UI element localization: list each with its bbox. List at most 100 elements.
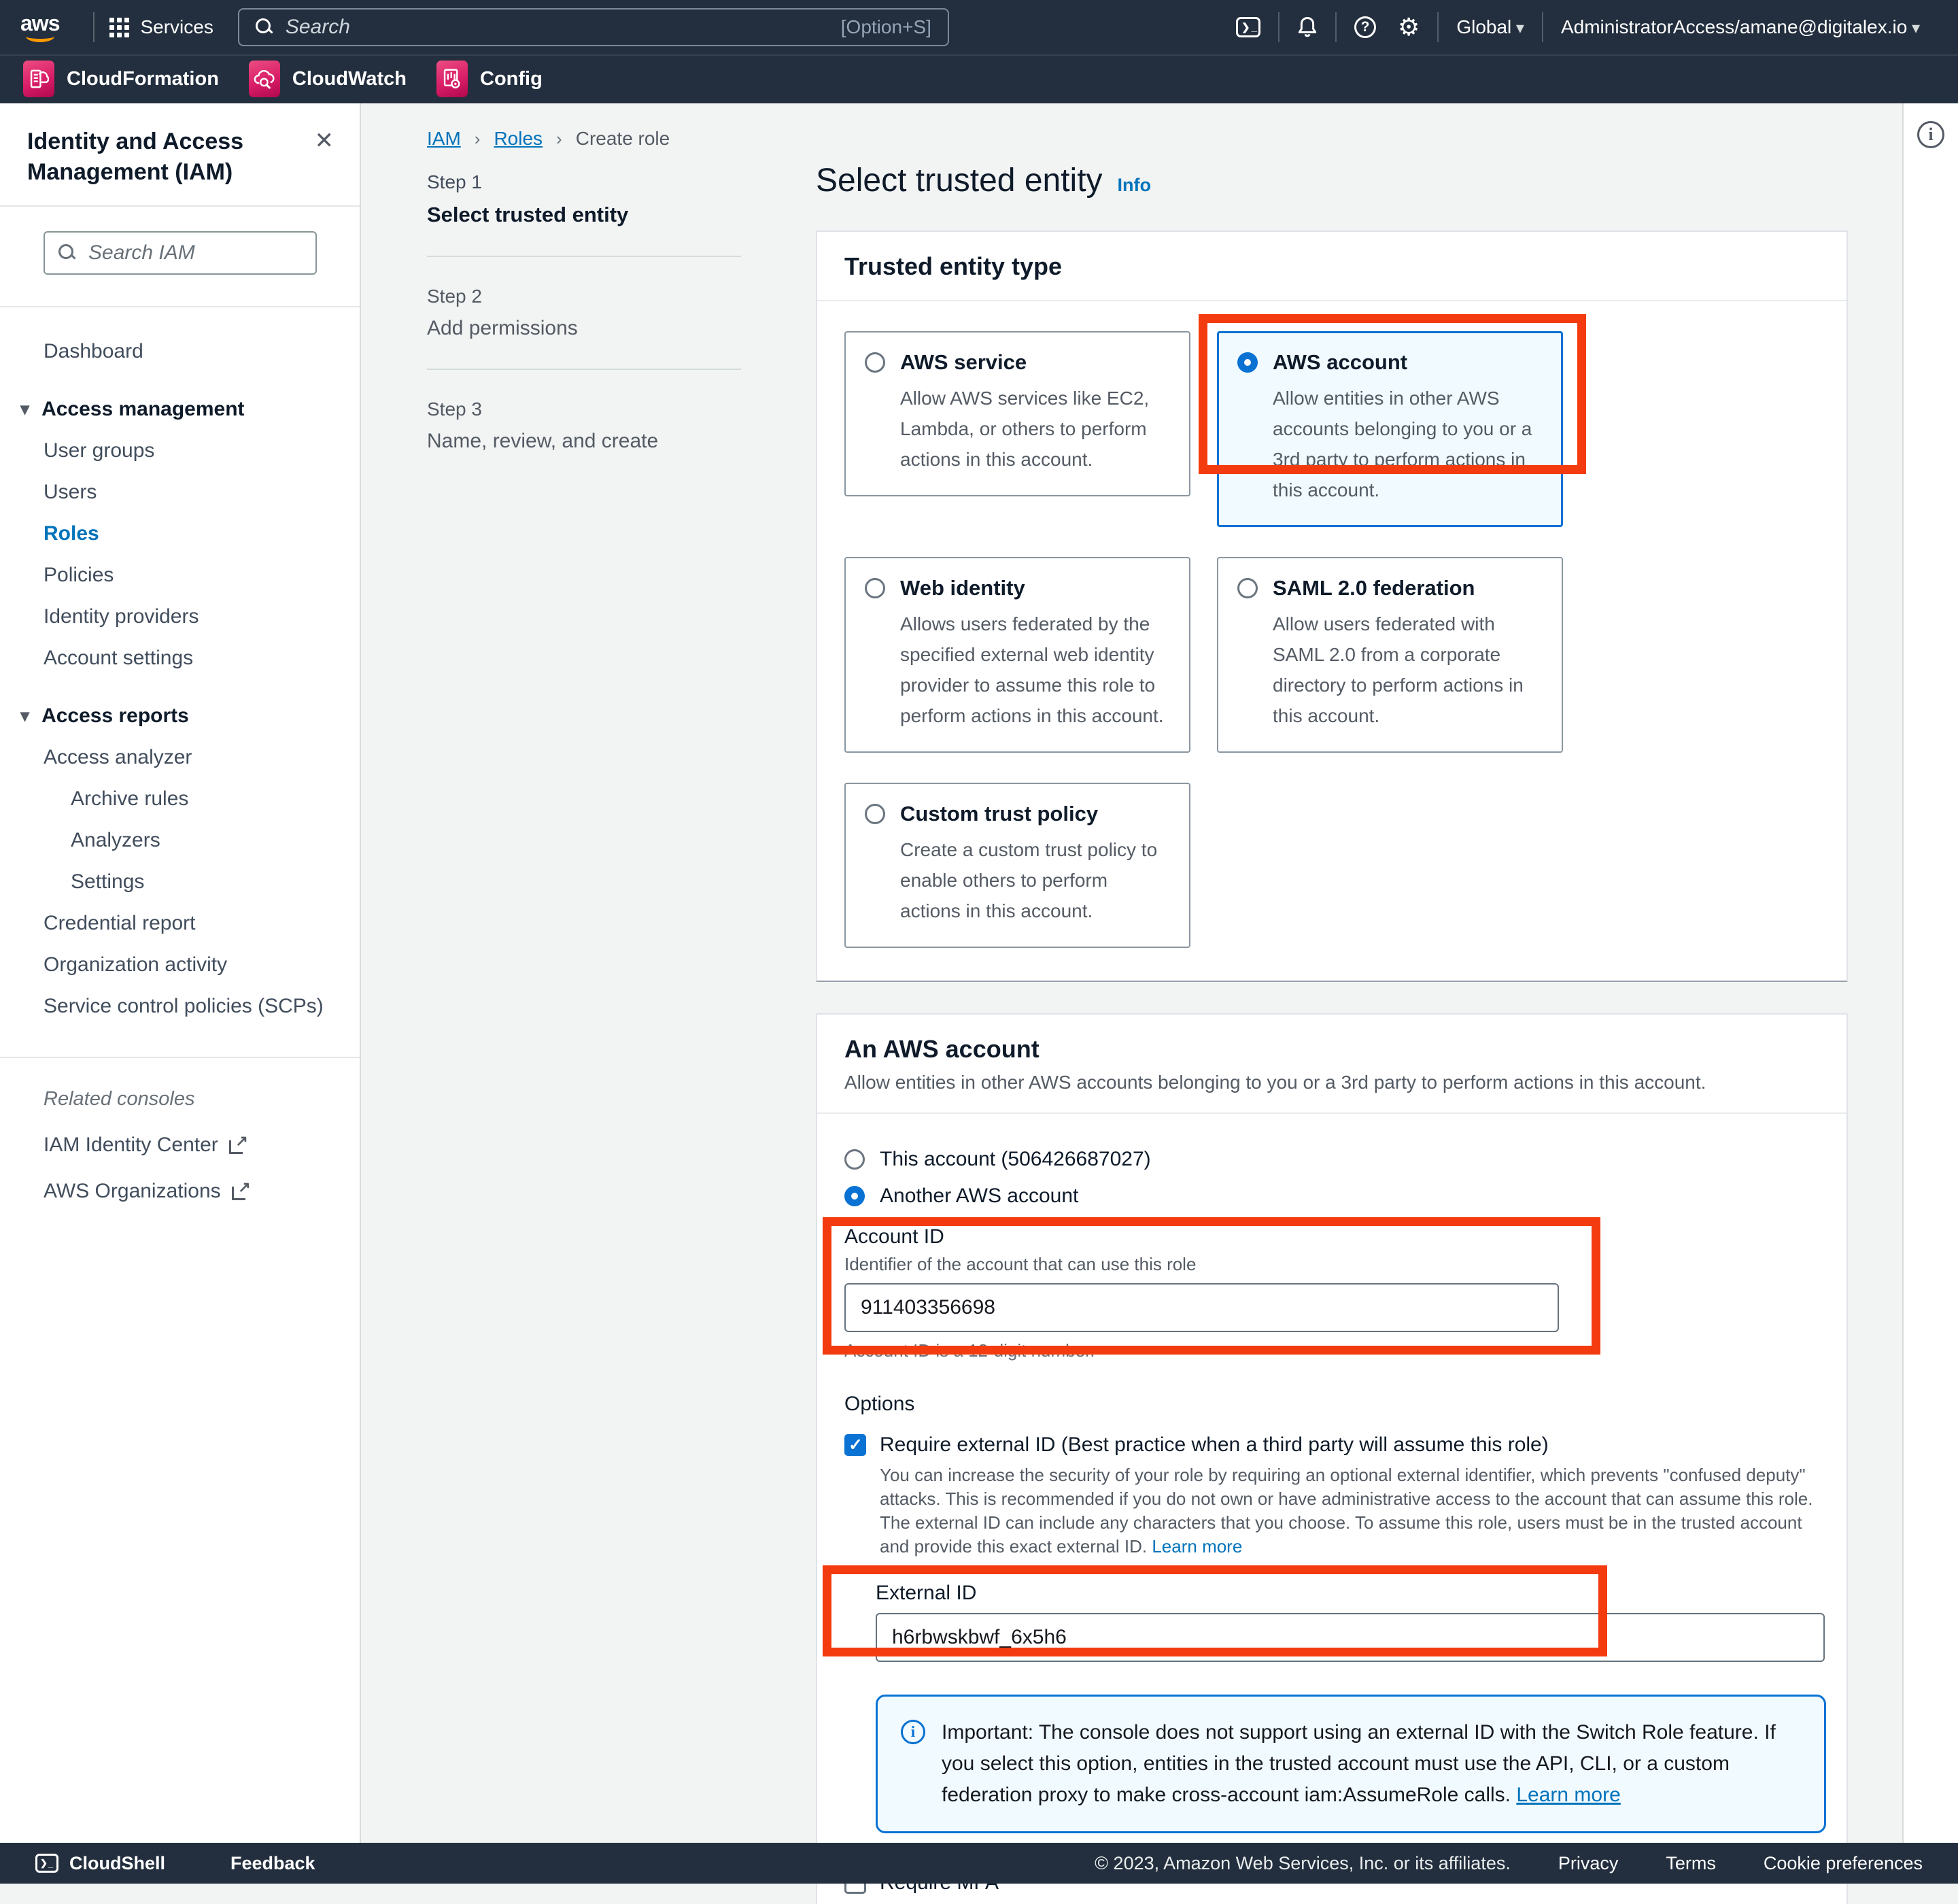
an-aws-account-description: Allow entities in other AWS accounts bel…	[844, 1072, 1819, 1093]
sidebar-search-placeholder: Search IAM	[88, 241, 195, 265]
cloudshell-icon[interactable]: ❯_	[1218, 17, 1278, 37]
radio-custom-trust-policy[interactable]	[865, 804, 885, 824]
cloudwatch-icon	[249, 61, 280, 97]
sidebar-item-users[interactable]: Users	[0, 471, 360, 513]
radio-saml-federation[interactable]	[1237, 578, 1258, 598]
account-menu[interactable]: AdministratorAccess/amane@digitalex.io	[1543, 16, 1938, 38]
search-icon	[58, 244, 76, 262]
sidebar-item-dashboard[interactable]: Dashboard	[0, 330, 360, 372]
external-id-label: External ID	[876, 1582, 1825, 1605]
option-another-account[interactable]: Another AWS account	[844, 1178, 1819, 1214]
radio-this-account[interactable]	[844, 1149, 865, 1170]
favorites-bar: CloudFormation CloudWatch Config	[0, 54, 1958, 103]
footer-cookie-preferences-link[interactable]: Cookie preferences	[1764, 1853, 1923, 1874]
tile-custom-trust-policy[interactable]: Custom trust policy Create a custom trus…	[844, 783, 1190, 948]
wizard-step-3[interactable]: Step 3 Name, review, and create	[427, 398, 741, 453]
favorite-cloudwatch[interactable]: CloudWatch	[249, 61, 407, 97]
external-id-input[interactable]	[876, 1613, 1825, 1662]
tile-web-identity[interactable]: Web identity Allows users federated by t…	[844, 557, 1190, 753]
sidebar-close-icon[interactable]: ✕	[315, 129, 334, 152]
wizard-step-2[interactable]: Step 2 Add permissions	[427, 286, 741, 340]
radio-aws-service[interactable]	[865, 352, 885, 373]
page-info-link[interactable]: Info	[1118, 175, 1151, 196]
require-external-id-option[interactable]: Require external ID (Best practice when …	[844, 1433, 1819, 1457]
settings-gear-icon[interactable]: ⚙	[1394, 15, 1437, 39]
sidebar-item-identity-providers[interactable]: Identity providers	[0, 596, 360, 637]
services-menu-button[interactable]: Services	[109, 16, 213, 38]
radio-aws-account[interactable]	[1237, 352, 1258, 373]
sidebar-title: Identity and Access Management (IAM)	[27, 126, 298, 188]
nav-right-group: ❯_ ? ⚙ Global AdministratorAccess/amane@…	[1218, 12, 1938, 42]
help-icon[interactable]: ?	[1337, 16, 1394, 38]
favorite-cloudformation[interactable]: CloudFormation	[23, 61, 219, 97]
sidebar-item-organization-activity[interactable]: Organization activity	[0, 944, 360, 985]
external-id-field-group: External ID	[876, 1582, 1825, 1662]
wizard-step-1[interactable]: Step 1 Select trusted entity	[427, 171, 741, 227]
account-id-field-group: Account ID Identifier of the account tha…	[844, 1225, 1565, 1361]
footer-privacy-link[interactable]: Privacy	[1558, 1853, 1619, 1874]
sidebar-item-credential-report[interactable]: Credential report	[0, 902, 360, 944]
sidebar-item-settings[interactable]: Settings	[0, 861, 360, 902]
account-label: AdministratorAccess/amane@digitalex.io	[1561, 16, 1907, 37]
breadcrumb-separator: ›	[556, 129, 562, 150]
sidebar-link-iam-identity-center[interactable]: IAM Identity Center	[44, 1134, 360, 1157]
sidebar-item-scps[interactable]: Service control policies (SCPs)	[0, 985, 360, 1027]
tile-aws-account[interactable]: AWS account Allow entities in other AWS …	[1217, 331, 1563, 527]
trusted-entity-type-card: Trusted entity type AWS service Allow AW…	[816, 231, 1848, 982]
sidebar-item-access-analyzer[interactable]: Access analyzer	[0, 736, 360, 778]
require-mfa-description: Requires that the assuming entity use mu…	[880, 1901, 1819, 1904]
search-icon	[256, 18, 273, 36]
sidebar-section-access-reports[interactable]: Access reports	[0, 695, 360, 736]
options-heading: Options	[844, 1393, 1819, 1416]
sidebar-item-policies[interactable]: Policies	[0, 554, 360, 596]
favorite-config[interactable]: Config	[436, 61, 543, 97]
sidebar-item-user-groups[interactable]: User groups	[0, 430, 360, 471]
tile-aws-service[interactable]: AWS service Allow AWS services like EC2,…	[844, 331, 1190, 496]
sidebar-item-archive-rules[interactable]: Archive rules	[0, 778, 360, 819]
radio-another-account[interactable]	[844, 1186, 865, 1206]
breadcrumb-current: Create role	[576, 128, 670, 150]
tile-saml-federation[interactable]: SAML 2.0 federation Allow users federate…	[1217, 557, 1563, 753]
account-id-label: Account ID	[844, 1225, 1565, 1248]
notifications-bell-icon[interactable]	[1279, 16, 1335, 38]
cloudwatch-label: CloudWatch	[292, 68, 407, 90]
aws-smile-icon	[26, 31, 54, 42]
sidebar-item-analyzers[interactable]: Analyzers	[0, 819, 360, 861]
footer-bar: ❯_ CloudShell Feedback © 2023, Amazon We…	[0, 1843, 1958, 1884]
aws-logo[interactable]: aws	[20, 13, 59, 42]
step-2-label: Step 2	[427, 286, 741, 307]
footer-cloudshell-button[interactable]: ❯_ CloudShell	[35, 1853, 165, 1874]
breadcrumb: IAM › Roles › Create role	[427, 128, 670, 150]
account-id-constraint: Account ID is a 12-digit number.	[844, 1340, 1565, 1361]
an-aws-account-card: An AWS account Allow entities in other A…	[816, 1013, 1848, 1904]
external-id-learn-more-link[interactable]: Learn more	[1152, 1536, 1242, 1557]
global-search-input[interactable]: Search [Option+S]	[238, 8, 949, 46]
info-panel-icon[interactable]: i	[1917, 121, 1944, 148]
external-link-icon	[229, 1136, 247, 1154]
footer-terms-link[interactable]: Terms	[1666, 1853, 1716, 1874]
nav-divider	[93, 12, 95, 42]
account-id-input[interactable]	[844, 1283, 1559, 1332]
sidebar-search-input[interactable]: Search IAM	[44, 231, 317, 275]
step-3-title: Name, review, and create	[427, 430, 741, 453]
breadcrumb-roles[interactable]: Roles	[494, 128, 543, 150]
trusted-entity-type-heading: Trusted entity type	[844, 252, 1819, 281]
region-selector[interactable]: Global	[1439, 16, 1542, 38]
alert-learn-more-link[interactable]: Learn more	[1516, 1784, 1620, 1806]
sidebar-item-account-settings[interactable]: Account settings	[0, 637, 360, 679]
sidebar-link-aws-organizations[interactable]: AWS Organizations	[44, 1180, 360, 1203]
radio-web-identity[interactable]	[865, 578, 885, 598]
cloudformation-icon	[23, 61, 54, 97]
region-label: Global	[1456, 16, 1511, 37]
sidebar-item-roles[interactable]: Roles	[0, 513, 360, 554]
sidebar-section-access-management[interactable]: Access management	[0, 388, 360, 430]
require-external-id-checkbox[interactable]	[844, 1434, 866, 1456]
top-navigation-bar: aws Services Search [Option+S] ❯_ ? ⚙ Gl…	[0, 0, 1958, 54]
breadcrumb-iam[interactable]: IAM	[427, 128, 461, 150]
external-id-important-alert: i Important: The console does not suppor…	[876, 1695, 1826, 1833]
cloudshell-icon: ❯_	[35, 1854, 58, 1873]
step-2-title: Add permissions	[427, 317, 741, 340]
footer-feedback-button[interactable]: Feedback	[230, 1853, 315, 1874]
account-id-description: Identifier of the account that can use t…	[844, 1254, 1565, 1275]
option-this-account[interactable]: This account (506426687027)	[844, 1141, 1819, 1178]
